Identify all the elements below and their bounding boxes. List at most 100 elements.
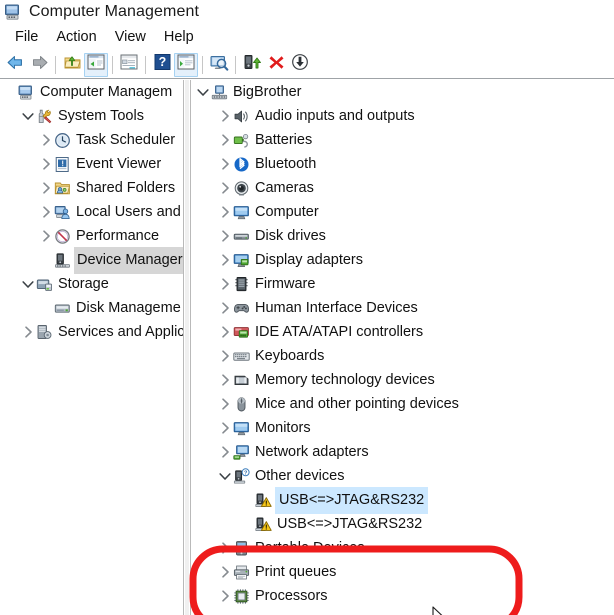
back-arrow-icon	[6, 54, 25, 76]
network-adapter-icon	[233, 444, 250, 461]
download-button[interactable]	[288, 53, 312, 77]
device-node-network-adapters[interactable]: Network adapters	[191, 440, 614, 464]
chevron-right-icon[interactable]	[217, 416, 233, 440]
help-button[interactable]: ?	[150, 53, 174, 77]
pane-splitter[interactable]	[185, 80, 189, 615]
device-node-processors-label: Processors	[255, 588, 328, 604]
keyboard-icon	[233, 348, 250, 365]
menu-view[interactable]: View	[107, 27, 156, 48]
tree-item-disk-management[interactable]: Disk Manageme	[0, 296, 183, 320]
processor-icon	[233, 588, 250, 605]
device-node-human-interface-devices[interactable]: Human Interface Devices	[191, 296, 614, 320]
device-node-bluetooth[interactable]: Bluetooth	[191, 152, 614, 176]
menu-bar: File Action View Help	[0, 24, 614, 51]
menu-action[interactable]: Action	[48, 27, 106, 48]
tree-item-computer-management[interactable]: Computer Managem	[0, 80, 183, 104]
chevron-right-icon[interactable]	[217, 536, 233, 560]
chevron-right-icon[interactable]	[217, 128, 233, 152]
storage-icon	[36, 276, 53, 293]
chevron-down-icon[interactable]	[217, 464, 233, 488]
up-one-level-button[interactable]	[60, 53, 84, 77]
toolbar-separator	[112, 55, 113, 74]
console-tree-pane[interactable]: Computer Managem System Tools Task Schedul…	[0, 80, 184, 615]
computer-management-icon	[18, 84, 35, 101]
tree-item-task-scheduler[interactable]: Task Scheduler	[0, 128, 183, 152]
tree-item-event-viewer-label: Event Viewer	[76, 156, 162, 172]
device-node-processors[interactable]: Processors	[191, 584, 614, 608]
device-node-audio-inputs-and-outputs[interactable]: Audio inputs and outputs	[191, 104, 614, 128]
chevron-right-icon[interactable]	[38, 176, 54, 200]
chevron-placeholder	[2, 80, 18, 104]
device-node-mice-and-other-pointing-devices[interactable]: Mice and other pointing devices	[191, 392, 614, 416]
chevron-right-icon[interactable]	[217, 248, 233, 272]
tree-item-services-and-applications[interactable]: Services and Applic	[0, 320, 183, 344]
tree-item-event-viewer[interactable]: Event Viewer	[0, 152, 183, 176]
chevron-right-icon[interactable]	[217, 320, 233, 344]
tree-item-device-manager[interactable]: Device Manager	[0, 246, 183, 274]
device-node-display-adapters[interactable]: Display adapters	[191, 248, 614, 272]
show-hide-console-tree-button[interactable]	[84, 52, 108, 77]
menu-file[interactable]: File	[7, 27, 48, 48]
chevron-right-icon[interactable]	[217, 440, 233, 464]
device-node-cameras[interactable]: Cameras	[191, 176, 614, 200]
chevron-right-icon[interactable]	[217, 152, 233, 176]
chevron-right-icon[interactable]	[217, 296, 233, 320]
chevron-down-icon[interactable]	[20, 104, 36, 128]
menu-help[interactable]: Help	[156, 27, 204, 48]
chevron-right-icon[interactable]	[217, 224, 233, 248]
device-manager-pane[interactable]: BigBrother Audio inputs and outputs Batter…	[190, 80, 614, 615]
chevron-right-icon[interactable]	[217, 368, 233, 392]
memory-card-icon	[233, 372, 250, 389]
back-button[interactable]	[3, 53, 27, 77]
device-node-portable-devices[interactable]: Portable Devices	[191, 536, 614, 560]
chevron-right-icon[interactable]	[217, 560, 233, 584]
device-node-keyboards[interactable]: Keyboards	[191, 344, 614, 368]
chevron-right-icon[interactable]	[217, 272, 233, 296]
ide-controller-icon	[233, 324, 250, 341]
chevron-down-icon[interactable]	[20, 272, 36, 296]
chevron-right-icon[interactable]	[38, 152, 54, 176]
tree-item-system-tools[interactable]: System Tools	[0, 104, 183, 128]
device-node-memory-technology-devices[interactable]: Memory technology devices	[191, 368, 614, 392]
chevron-right-icon[interactable]	[217, 104, 233, 128]
disk-management-icon	[54, 300, 71, 317]
forward-button[interactable]	[27, 53, 51, 77]
chevron-placeholder	[38, 296, 54, 320]
device-node-bigbrother[interactable]: BigBrother	[191, 80, 614, 104]
device-node-firmware[interactable]: Firmware	[191, 272, 614, 296]
device-node-usb-jtag-rs232-1[interactable]: USB<=>JTAG&RS232	[191, 486, 614, 514]
tree-item-storage[interactable]: Storage	[0, 272, 183, 296]
chevron-right-icon[interactable]	[217, 344, 233, 368]
tree-item-performance[interactable]: Performance	[0, 224, 183, 248]
device-node-batteries-label: Batteries	[255, 132, 313, 148]
mouse-icon	[233, 396, 250, 413]
chevron-right-icon[interactable]	[217, 392, 233, 416]
device-node-disk-drives[interactable]: Disk drives	[191, 224, 614, 248]
chevron-right-icon[interactable]	[38, 224, 54, 248]
device-node-batteries[interactable]: Batteries	[191, 128, 614, 152]
properties-button[interactable]	[117, 53, 141, 77]
device-node-other-devices[interactable]: ? Other devices	[191, 464, 614, 488]
chevron-right-icon[interactable]	[217, 584, 233, 608]
chevron-right-icon[interactable]	[38, 200, 54, 224]
device-node-computer[interactable]: Computer	[191, 200, 614, 224]
scan-for-hardware-changes-button[interactable]	[207, 53, 231, 77]
chevron-right-icon[interactable]	[217, 176, 233, 200]
chevron-right-icon[interactable]	[217, 200, 233, 224]
device-node-monitors[interactable]: Monitors	[191, 416, 614, 440]
device-node-computer-label: Computer	[255, 204, 319, 220]
device-node-print-queues[interactable]: Print queues	[191, 560, 614, 584]
show-hide-action-pane-button[interactable]	[174, 52, 198, 77]
computer-management-window: Computer Management File Action View Hel…	[0, 0, 614, 615]
monitor-magnifier-icon	[209, 54, 229, 76]
uninstall-device-button[interactable]	[264, 53, 288, 77]
tree-item-local-users-and-groups[interactable]: Local Users and	[0, 200, 183, 224]
chevron-right-icon[interactable]	[38, 128, 54, 152]
update-driver-button[interactable]	[240, 53, 264, 77]
chevron-down-icon[interactable]	[195, 80, 211, 104]
question-mark-icon: ?	[154, 54, 171, 75]
chevron-right-icon[interactable]	[20, 320, 36, 344]
device-node-ide-ata-atapi-controllers[interactable]: IDE ATA/ATAPI controllers	[191, 320, 614, 344]
tree-item-shared-folders[interactable]: Shared Folders	[0, 176, 183, 200]
device-node-usb-jtag-rs232-2[interactable]: USB<=>JTAG&RS232	[191, 512, 614, 536]
